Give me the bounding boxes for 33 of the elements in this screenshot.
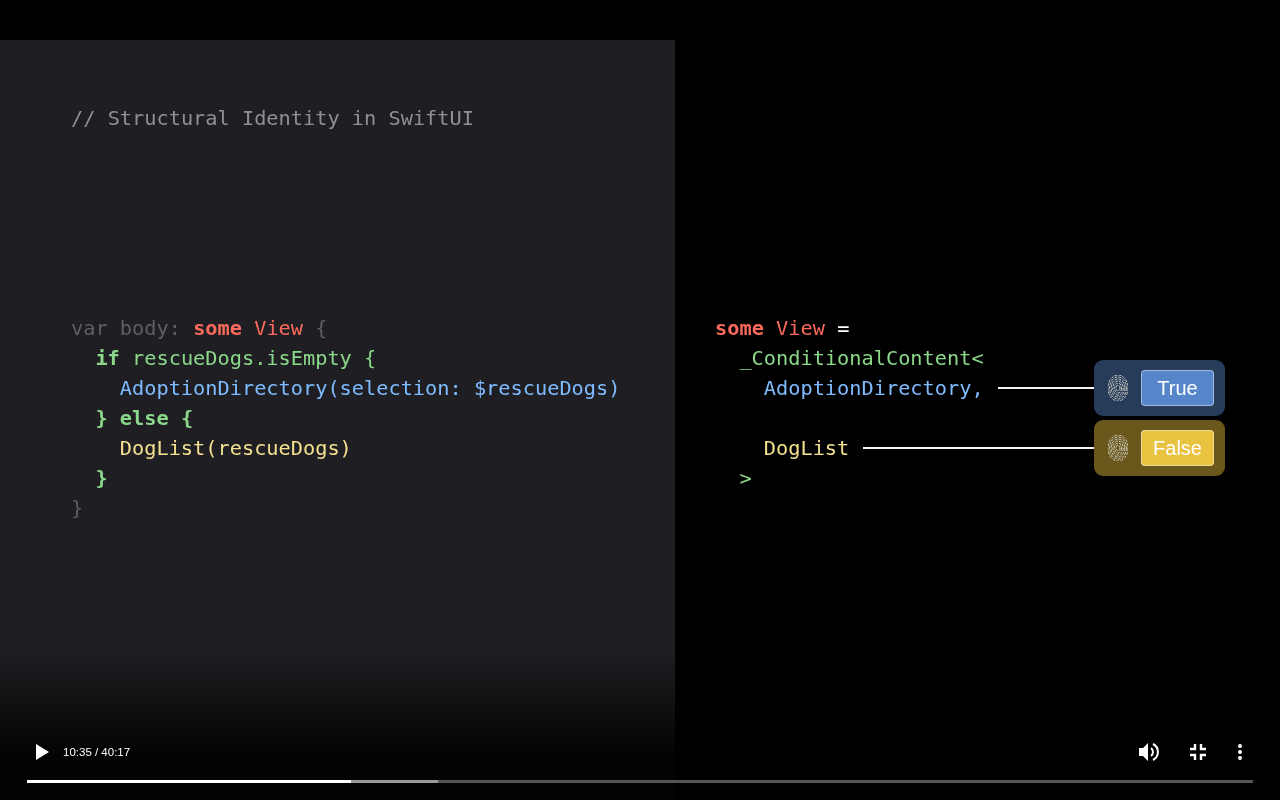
code-text: } bbox=[95, 406, 108, 430]
condition-label: True bbox=[1141, 370, 1214, 406]
code-text: View bbox=[776, 316, 825, 340]
code-comment: // Structural Identity in SwiftUI bbox=[71, 105, 474, 132]
fingerprint-icon bbox=[1108, 435, 1128, 461]
code-text: } bbox=[71, 496, 84, 520]
code-text: some bbox=[193, 316, 242, 340]
code-text: AdoptionDirectory, bbox=[763, 376, 984, 400]
code-text: rescueDogs.isEmpty bbox=[132, 346, 352, 370]
more-icon bbox=[1237, 743, 1243, 761]
code-text: DogList bbox=[763, 436, 850, 460]
code-text: = bbox=[837, 316, 850, 340]
code-text: if bbox=[95, 346, 120, 370]
code-text: else bbox=[119, 406, 169, 430]
code-text: View bbox=[254, 316, 304, 340]
code-text: AdoptionDirectory(selection: $rescueDogs) bbox=[119, 376, 621, 400]
time-label: 10:35 / 40:17 bbox=[63, 746, 131, 758]
code-text: { bbox=[315, 316, 328, 340]
code-text: body: bbox=[119, 316, 181, 340]
code-text: var bbox=[71, 316, 108, 340]
progress-bar[interactable] bbox=[27, 780, 1253, 783]
code-text: { bbox=[180, 406, 194, 430]
code-text: { bbox=[364, 346, 377, 370]
exit-fullscreen-icon bbox=[1189, 743, 1207, 761]
fingerprint-icon bbox=[1108, 375, 1128, 401]
condition-label: False bbox=[1141, 430, 1214, 466]
play-icon bbox=[33, 743, 51, 761]
code-text: _ConditionalContent< bbox=[739, 346, 984, 370]
code-text: } bbox=[95, 466, 108, 490]
code-text: some bbox=[715, 316, 764, 340]
code-text: DogList(rescueDogs) bbox=[119, 436, 352, 460]
code-text: > bbox=[739, 466, 752, 490]
volume-icon bbox=[1137, 741, 1159, 763]
